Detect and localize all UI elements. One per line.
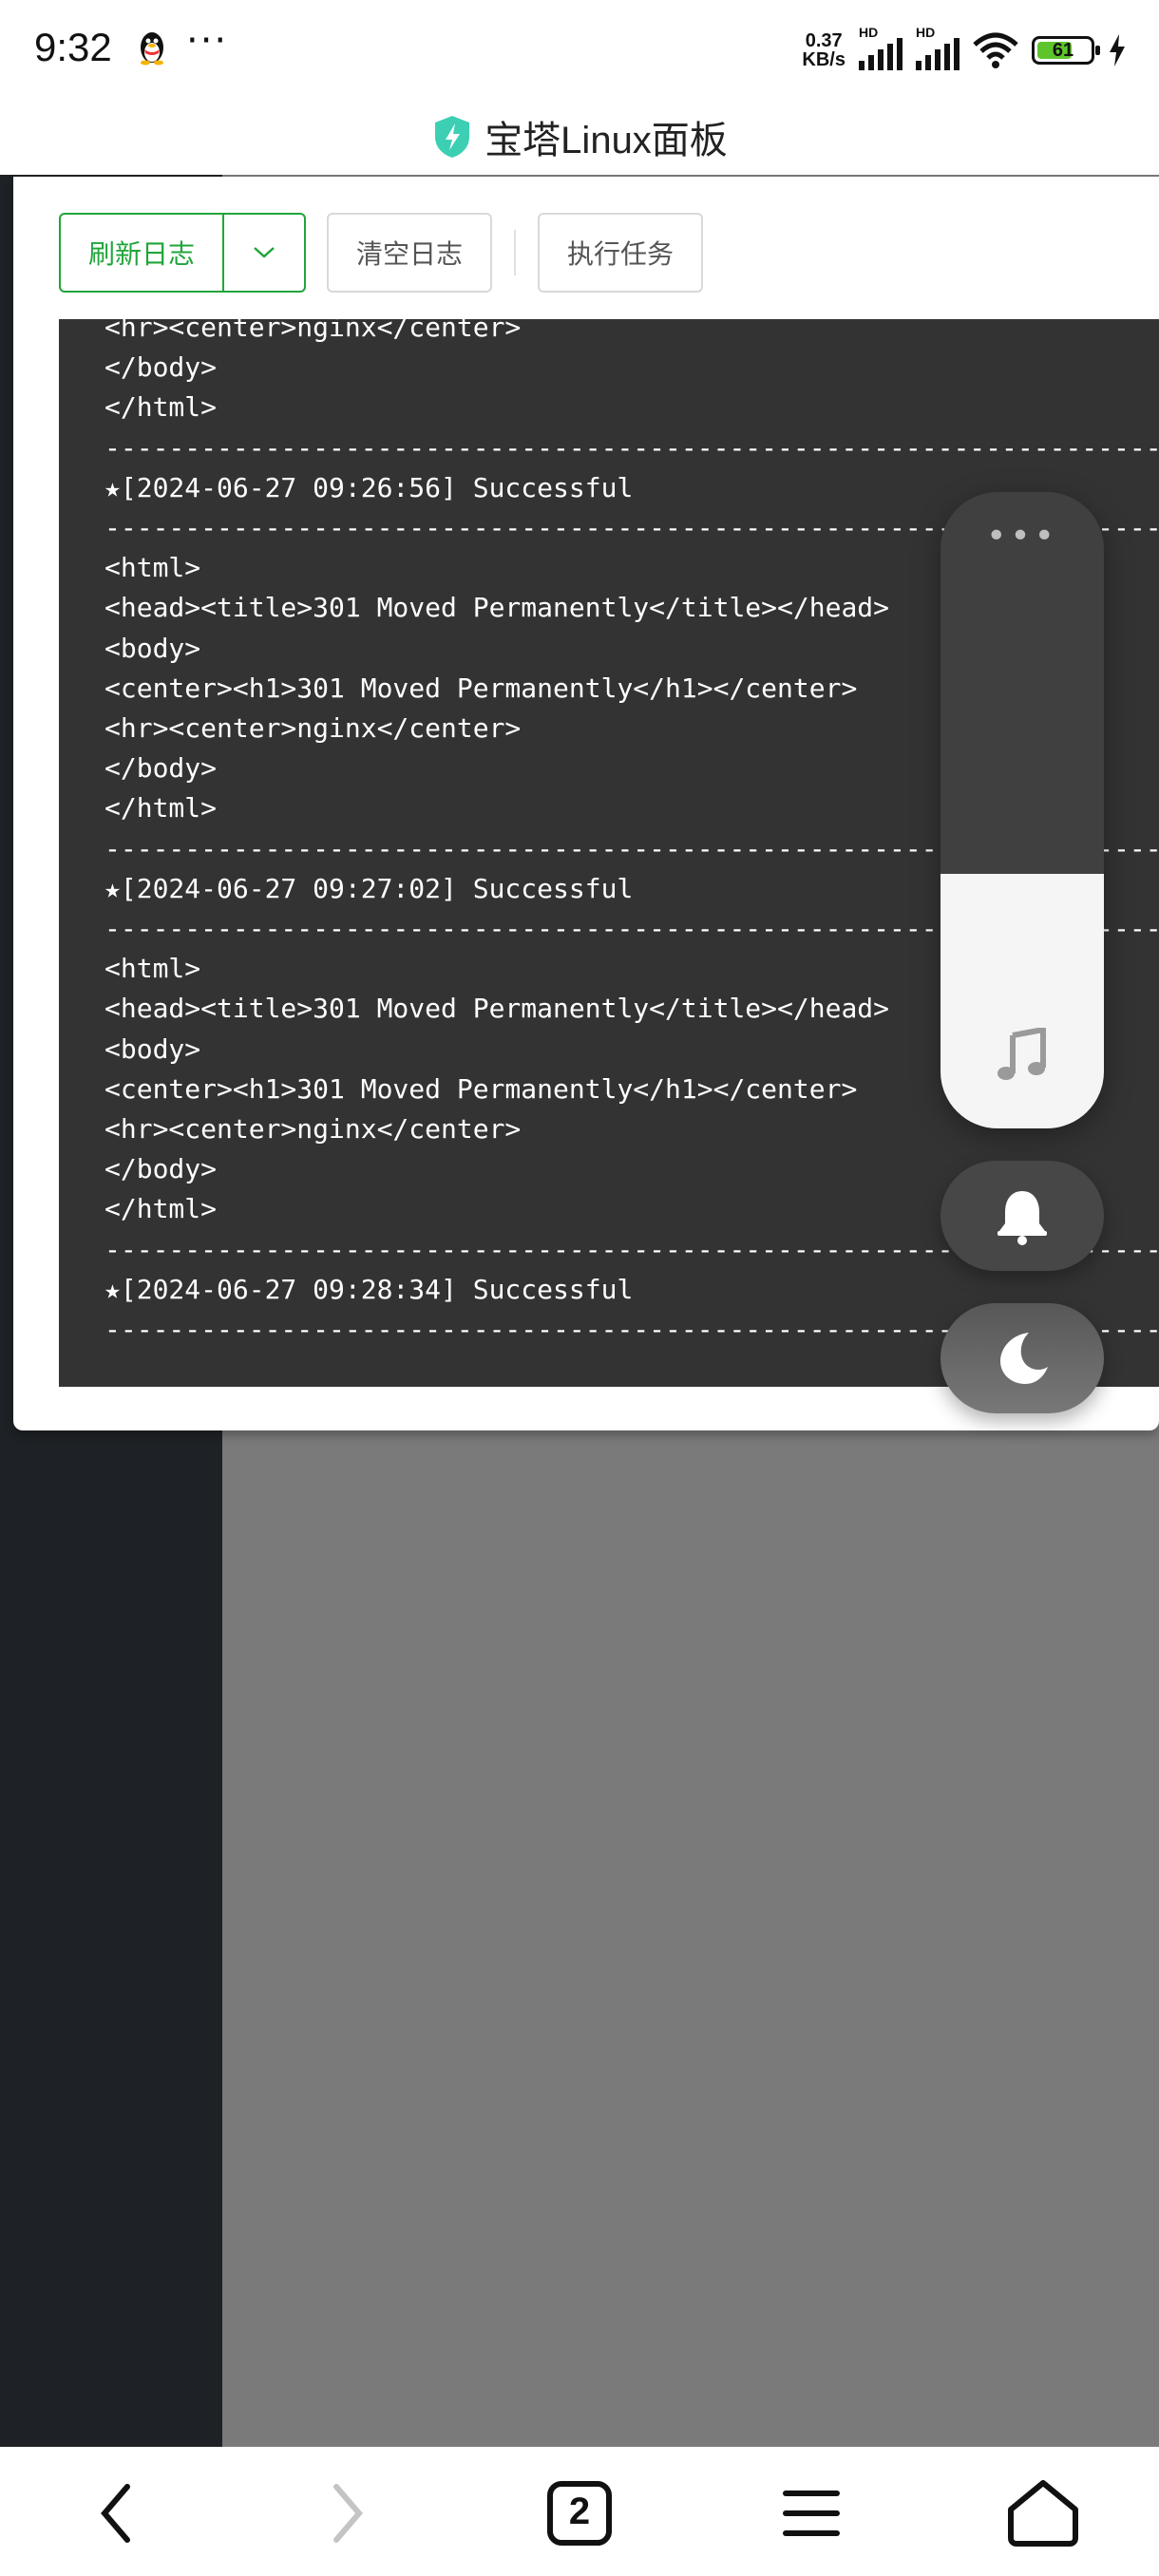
- home-button[interactable]: [1005, 2475, 1081, 2551]
- network-speed: 0.37 KB/s: [802, 30, 846, 70]
- wifi-icon: [973, 32, 1018, 68]
- back-button[interactable]: [78, 2475, 154, 2551]
- bell-icon: [998, 1191, 1047, 1245]
- status-time: 9:32: [34, 25, 112, 69]
- baota-shield-icon: [435, 116, 470, 158]
- music-note-icon: [998, 1028, 1046, 1080]
- tabs-button[interactable]: 2: [542, 2475, 618, 2551]
- browser-nav-bar: 2: [0, 2447, 1159, 2576]
- refresh-options-dropdown[interactable]: [222, 213, 306, 293]
- ring-mode-button[interactable]: [940, 1161, 1104, 1271]
- more-icon[interactable]: •••: [940, 517, 1104, 556]
- clear-log-button[interactable]: 清空日志: [327, 213, 492, 293]
- charging-icon: [1110, 34, 1125, 66]
- refresh-log-button[interactable]: 刷新日志: [59, 213, 224, 293]
- volume-level-fill: [940, 874, 1104, 1128]
- chevron-left-icon: [101, 2484, 130, 2543]
- forward-button[interactable]: [310, 2475, 386, 2551]
- chevron-down-icon: [254, 247, 275, 258]
- qq-penguin-icon: [141, 32, 163, 66]
- status-icons: 0.37 KB/s HD HD 61: [802, 25, 1127, 72]
- moon-icon: [1000, 1333, 1048, 1384]
- browser-title-bar: 宝塔Linux面板: [0, 99, 1159, 175]
- hamburger-menu-icon: [783, 2491, 840, 2536]
- home-icon: [1008, 2480, 1078, 2547]
- signal-2-icon: HD: [916, 25, 960, 70]
- status-bar: 9:32 ··· 0.37 KB/s HD HD 61: [0, 0, 1159, 99]
- toolbar-divider: [514, 230, 516, 275]
- menu-button[interactable]: [773, 2475, 849, 2551]
- do-not-disturb-button[interactable]: [940, 1303, 1104, 1413]
- signal-1-icon: HD: [859, 25, 902, 70]
- page-title: 宝塔Linux面板: [484, 120, 728, 161]
- more-notifications-icon: ···: [186, 19, 229, 63]
- run-task-button[interactable]: 执行任务: [538, 213, 703, 293]
- volume-slider[interactable]: •••: [940, 492, 1104, 1128]
- tab-count: 2: [568, 2491, 591, 2532]
- battery-icon: 61: [1032, 36, 1100, 65]
- chevron-right-icon: [333, 2484, 363, 2543]
